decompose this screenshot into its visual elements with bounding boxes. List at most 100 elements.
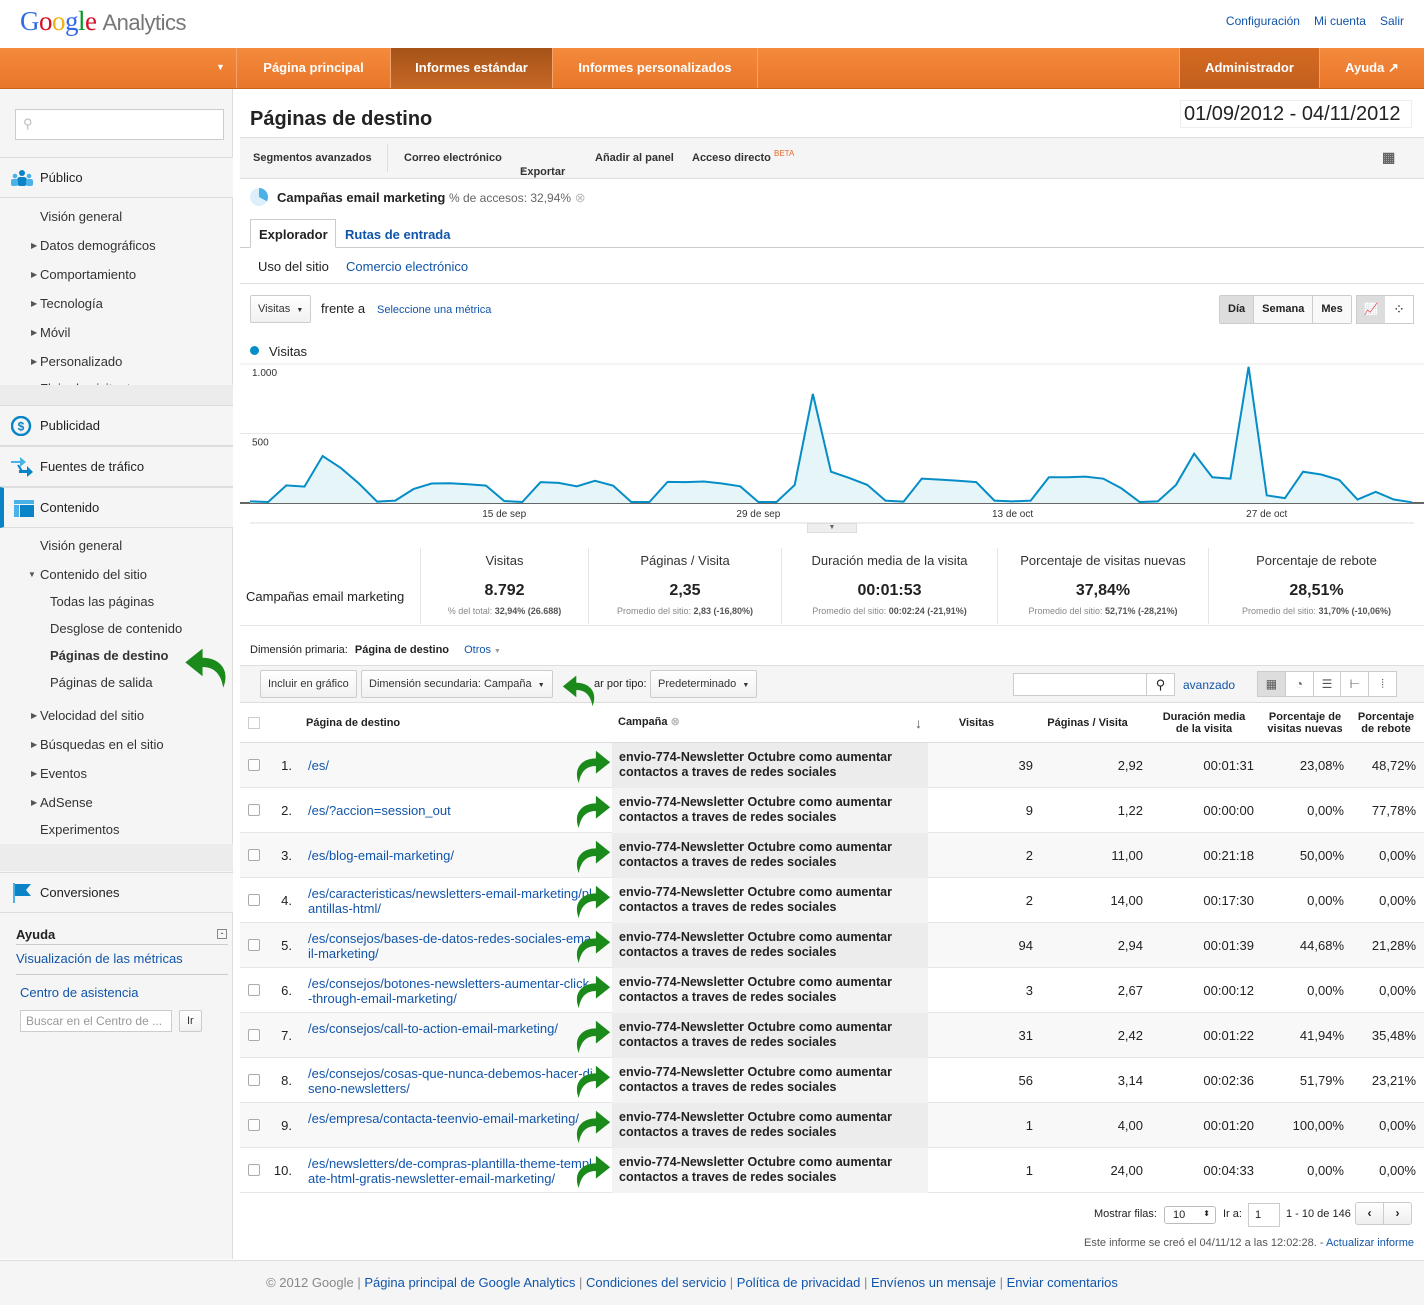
sidebar-section-contenido[interactable]: Contenido: [0, 487, 233, 528]
sidebar-contenido-item[interactable]: ▼ Contenido del sitio: [28, 567, 147, 582]
footer-link-terms[interactable]: Condiciones del servicio: [586, 1275, 726, 1290]
table-view-icon[interactable]: ▦: [1258, 672, 1285, 696]
header-new-visits[interactable]: Porcentaje de visitas nuevas: [1262, 711, 1348, 735]
pivot-view-icon[interactable]: ⦙: [1368, 672, 1396, 696]
table-search-input[interactable]: ⚲: [1013, 673, 1175, 696]
sidebar-publico-item[interactable]: ▶ Datos demográficos: [31, 238, 156, 253]
header-pages-visit[interactable]: Páginas / Visita: [1040, 717, 1135, 729]
landing-page-link[interactable]: /es/consejos/bases-de-datos-redes-social…: [308, 931, 593, 961]
row-checkbox[interactable]: [248, 849, 260, 861]
row-checkbox[interactable]: [248, 984, 260, 996]
my-account-link[interactable]: Mi cuenta: [1314, 14, 1366, 28]
help-search-input[interactable]: Buscar en el Centro de ...: [20, 1010, 172, 1032]
row-checkbox[interactable]: [248, 1029, 260, 1041]
add-to-dashboard-button[interactable]: Añadir al panel: [595, 152, 674, 164]
select-all-checkbox[interactable]: [248, 717, 260, 729]
help-metrics-link[interactable]: Visualización de las métricas: [16, 951, 183, 966]
footer-link-feedback[interactable]: Enviar comentarios: [1007, 1275, 1118, 1290]
subtab-uso-sitio[interactable]: Uso del sitio: [258, 259, 329, 274]
nav-custom-reports[interactable]: Informes personalizados: [552, 48, 757, 88]
help-go-button[interactable]: Ir: [179, 1010, 202, 1032]
date-range-picker[interactable]: 01/09/2012 - 04/11/2012 ▼: [1180, 100, 1412, 146]
sidebar-contenido-item[interactable]: Páginas de destino: [50, 648, 168, 663]
tab-rutas-entrada[interactable]: Rutas de entrada: [345, 227, 450, 242]
pie-view-icon[interactable]: ◔: [1284, 672, 1313, 696]
header-page[interactable]: Página de destino: [306, 717, 400, 729]
chart-resize-handle[interactable]: ▼: [807, 523, 857, 533]
landing-page-link[interactable]: /es/consejos/cosas-que-nunca-debemos-hac…: [308, 1066, 593, 1096]
secondary-dimension-select[interactable]: Dimensión secundaria: Campaña ▼: [361, 670, 553, 698]
account-dropdown-icon[interactable]: ▼: [216, 62, 225, 72]
collapse-help-icon[interactable]: -: [217, 929, 227, 939]
sidebar-section-publico[interactable]: Público: [0, 157, 233, 198]
subtab-comercio[interactable]: Comercio electrónico: [346, 259, 468, 274]
row-checkbox[interactable]: [248, 804, 260, 816]
sidebar-section-conversiones[interactable]: Conversiones: [0, 872, 233, 913]
footer-link-privacy[interactable]: Política de privacidad: [737, 1275, 861, 1290]
dimension-destination[interactable]: Página de destino: [355, 644, 449, 656]
goto-page-input[interactable]: 1: [1248, 1203, 1280, 1227]
header-visits[interactable]: Visitas: [954, 717, 999, 729]
landing-page-link[interactable]: /es/?accion=session_out: [308, 803, 593, 818]
landing-page-link[interactable]: /es/caracteristicas/newsletters-email-ma…: [308, 886, 593, 916]
dimension-other[interactable]: Otros ▼: [464, 644, 501, 656]
footer-link-contact[interactable]: Envíenos un mensaje: [871, 1275, 996, 1290]
nav-home[interactable]: Página principal: [236, 48, 390, 88]
sidebar-section-fuentes[interactable]: Fuentes de tráfico: [0, 446, 233, 487]
landing-page-link[interactable]: /es/empresa/contacta-teenvio-email-marke…: [308, 1111, 593, 1126]
landing-page-link[interactable]: /es/: [308, 758, 593, 773]
grid-view-icon[interactable]: ▦: [1382, 149, 1395, 166]
landing-page-link[interactable]: /es/consejos/call-to-action-email-market…: [308, 1021, 593, 1036]
performance-view-icon[interactable]: ☰: [1312, 672, 1341, 696]
shortcut-button[interactable]: Acceso directo: [692, 152, 771, 164]
sidebar-publico-item[interactable]: Visión general: [40, 209, 122, 224]
header-duration[interactable]: Duración media de la visita: [1158, 711, 1250, 735]
next-page-button[interactable]: ›: [1383, 1203, 1411, 1224]
sidebar-contenido-item[interactable]: Visión general: [40, 538, 122, 553]
sidebar-contenido-item[interactable]: Experimentos: [40, 822, 119, 837]
landing-page-link[interactable]: /es/consejos/botones-newsletters-aumenta…: [308, 976, 593, 1006]
google-analytics-logo[interactable]: Google Analytics: [20, 6, 187, 37]
landing-page-link[interactable]: /es/blog-email-marketing/: [308, 848, 593, 863]
nav-standard-reports[interactable]: Informes estándar: [390, 48, 552, 88]
sidebar-publico-item[interactable]: ▶ Tecnología: [31, 296, 103, 311]
header-bounce[interactable]: Porcentaje de rebote: [1354, 711, 1418, 735]
row-checkbox[interactable]: [248, 1164, 260, 1176]
remove-segment-icon[interactable]: ⊗: [575, 190, 586, 205]
include-in-chart-button[interactable]: Incluir en gráfico: [260, 670, 357, 698]
sidebar-section-publicidad[interactable]: $ Publicidad: [0, 405, 233, 446]
sidebar-contenido-item[interactable]: ▶ Eventos: [31, 766, 87, 781]
email-button[interactable]: Correo electrónico: [404, 152, 502, 164]
nav-admin[interactable]: Administrador: [1179, 48, 1319, 88]
sidebar-contenido-item[interactable]: ▶ Velocidad del sitio: [31, 708, 144, 723]
sidebar-contenido-item[interactable]: Páginas de salida: [50, 675, 153, 690]
sort-type-select[interactable]: Predeterminado ▼: [650, 670, 758, 698]
sidebar-publico-item[interactable]: ▶ Comportamiento: [31, 267, 136, 282]
line-chart-icon[interactable]: 📈: [1357, 296, 1385, 323]
sort-desc-icon[interactable]: ↓: [915, 715, 922, 731]
comparison-view-icon[interactable]: ⊢: [1340, 672, 1368, 696]
period-month[interactable]: Mes: [1312, 296, 1351, 323]
search-icon[interactable]: ⚲: [1146, 674, 1174, 695]
nav-help[interactable]: Ayuda ↗: [1319, 48, 1424, 88]
row-checkbox[interactable]: [248, 894, 260, 906]
advanced-filter-link[interactable]: avanzado: [1183, 678, 1235, 692]
row-checkbox[interactable]: [248, 759, 260, 771]
landing-page-link[interactable]: /es/newsletters/de-compras-plantilla-the…: [308, 1156, 593, 1186]
visits-chart[interactable]: 500 1.000 15 de sep 29 de sep 13 de oct 27 de…: [240, 360, 1424, 530]
settings-link[interactable]: Configuración: [1226, 14, 1300, 28]
sidebar-contenido-item[interactable]: Desglose de contenido: [50, 621, 182, 636]
sidebar-publico-item[interactable]: ▶ Móvil: [31, 325, 70, 340]
advanced-segments-button[interactable]: Segmentos avanzados: [253, 152, 372, 164]
logout-link[interactable]: Salir: [1380, 14, 1404, 28]
tab-explorador[interactable]: Explorador: [250, 219, 336, 248]
prev-page-button[interactable]: ‹: [1356, 1203, 1383, 1224]
refresh-report-link[interactable]: Actualizar informe: [1326, 1237, 1414, 1249]
header-campaign[interactable]: Campaña ⊗: [618, 716, 680, 728]
motion-chart-icon[interactable]: ⁘: [1385, 296, 1413, 323]
row-checkbox[interactable]: [248, 939, 260, 951]
sidebar-search-input[interactable]: ⚲: [15, 109, 224, 140]
period-day[interactable]: Día: [1220, 296, 1254, 323]
footer-link-home[interactable]: Página principal de Google Analytics: [364, 1275, 575, 1290]
row-checkbox[interactable]: [248, 1119, 260, 1131]
